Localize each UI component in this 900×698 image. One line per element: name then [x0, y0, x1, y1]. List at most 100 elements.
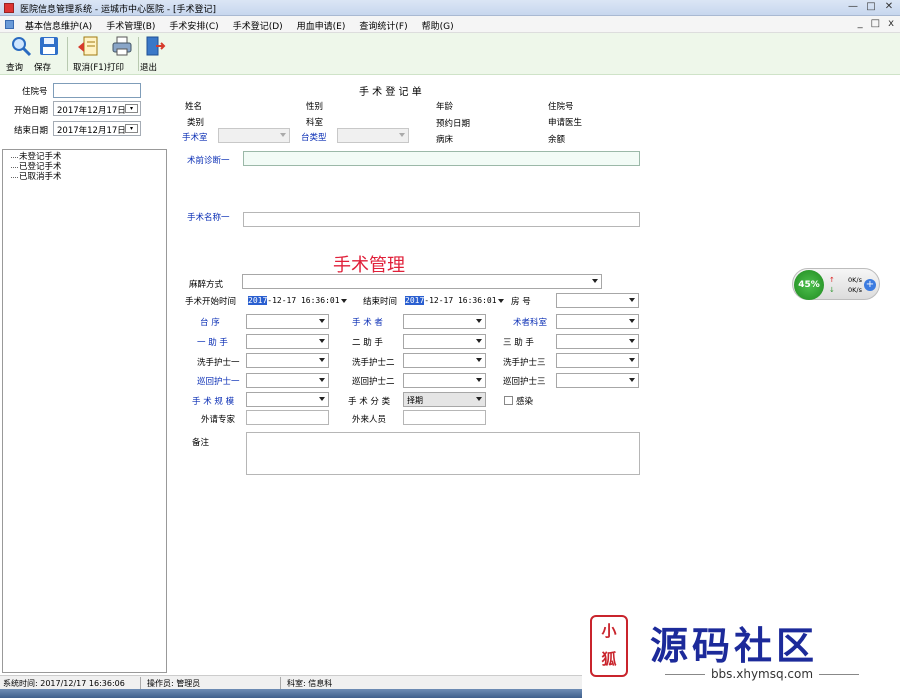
form-title: 手 术 登 记 单	[359, 87, 422, 98]
mdi-close-button[interactable]: x	[888, 18, 894, 29]
op-class-value: 择期	[407, 396, 423, 405]
external-staff-input[interactable]	[403, 410, 486, 425]
wash-nurse1-select[interactable]	[246, 353, 329, 368]
upload-arrow-icon: ↑	[829, 276, 835, 284]
end-date-value: 2017年12月17日	[57, 126, 126, 136]
menu-query-stats[interactable]: 查询统计(F)	[359, 19, 407, 32]
start-date-label: 开始日期	[14, 106, 49, 116]
toolbar-separator	[138, 37, 139, 71]
op-name-label: 手术名称一	[187, 213, 230, 223]
cancel-button[interactable]: 取消(F1)	[73, 35, 107, 73]
tour-nurse3-select[interactable]	[556, 373, 639, 388]
tree-item-cancelled[interactable]: 已取消手术	[9, 172, 160, 182]
start-time-rest: -12-17 16:36:01	[267, 296, 340, 305]
menu-blood-request[interactable]: 用血申请(E)	[297, 19, 346, 32]
assistant3-select[interactable]	[556, 334, 639, 349]
inpatient-no-input[interactable]	[53, 83, 141, 98]
menu-surgery-schedule[interactable]: 手术安排(C)	[169, 19, 218, 32]
remark-textarea[interactable]	[246, 432, 640, 475]
watermark-seal: 小 狐	[590, 615, 628, 677]
save-label: 保存	[34, 63, 52, 73]
assistant3-label: 三 助 手	[503, 338, 534, 348]
assistant1-label: 一 助 手	[197, 338, 228, 348]
start-date-picker[interactable]: 2017年12月17日 ▾	[53, 101, 141, 116]
end-time-year: 2017	[405, 296, 425, 305]
memory-usage-badge: 45%	[794, 270, 824, 300]
menu-help[interactable]: 帮助(G)	[422, 19, 454, 32]
room-no-select[interactable]	[556, 293, 639, 308]
infection-label: 感染	[516, 397, 534, 407]
query-label: 查询	[6, 63, 24, 73]
tour-nurse2-select[interactable]	[403, 373, 486, 388]
cancel-document-icon	[78, 36, 98, 56]
tour-nurse1-select[interactable]	[246, 373, 329, 388]
tree-item-unregistered[interactable]: 未登记手术	[9, 152, 160, 162]
pre-diagnosis-input[interactable]	[243, 151, 640, 166]
table-no-select[interactable]	[246, 314, 329, 329]
surgeon-dept-label: 术者科室	[513, 318, 548, 328]
op-scale-select[interactable]	[246, 392, 329, 407]
wash-nurse3-select[interactable]	[556, 353, 639, 368]
network-speed-widget[interactable]: 45% ↑ 0K/s ↓ 0K/s +	[792, 268, 880, 300]
exit-door-icon	[146, 36, 166, 56]
external-expert-label: 外请专家	[201, 415, 236, 425]
query-button[interactable]: 查询	[6, 35, 36, 73]
external-expert-input[interactable]	[246, 410, 329, 425]
tour-nurse1-label: 巡回护士一	[197, 377, 240, 387]
wash-nurse2-select[interactable]	[403, 353, 486, 368]
upload-rate: 0K/s	[848, 276, 862, 284]
mdi-child-icon	[5, 20, 14, 29]
plus-icon[interactable]: +	[864, 279, 876, 291]
menu-surgery-register[interactable]: 手术登记(D)	[233, 19, 283, 32]
surgery-status-tree: 未登记手术 已登记手术 已取消手术	[2, 149, 167, 673]
age-label: 年龄	[436, 102, 454, 112]
op-class-select[interactable]: 择期	[403, 392, 486, 407]
toolbar: 查询 保存 取消(F1) 打印 退出	[0, 33, 900, 75]
maximize-button[interactable]: □	[864, 1, 878, 14]
mdi-minimize-button[interactable]: _	[858, 18, 863, 29]
mdi-maximize-button[interactable]: □	[871, 18, 880, 29]
menu-surgery-manage[interactable]: 手术管理(B)	[106, 19, 155, 32]
start-time-picker[interactable]: 2017-12-17 16:36:01	[245, 293, 351, 308]
status-separator	[280, 677, 281, 689]
exit-button[interactable]: 退出	[140, 35, 170, 73]
end-date-picker[interactable]: 2017年12月17日 ▾	[53, 121, 141, 136]
inpatient-no-label: 住院号	[548, 102, 574, 112]
op-room-select[interactable]	[218, 128, 290, 143]
cancel-label: 取消(F1)	[73, 63, 107, 73]
assistant2-label: 二 助 手	[352, 338, 383, 348]
menu-basic-info[interactable]: 基本信息维护(A)	[25, 19, 92, 32]
wash-nurse2-label: 洗手护士二	[352, 358, 395, 368]
op-class-label: 手 术 分 类	[348, 397, 391, 407]
end-time-rest: -12-17 16:36:01	[424, 296, 497, 305]
start-time-year: 2017	[248, 296, 268, 305]
table-type-select[interactable]	[337, 128, 409, 143]
title-bar: 医院信息管理系统 - 运城市中心医院 - [手术登记] — □ ✕	[0, 0, 900, 16]
end-time-picker[interactable]: 2017-12-17 16:36:01	[402, 293, 508, 308]
minimize-button[interactable]: —	[846, 1, 860, 14]
tour-nurse3-label: 巡回护士三	[503, 377, 546, 387]
op-name-input[interactable]	[243, 212, 640, 227]
calendar-icon[interactable]: ▾	[125, 124, 138, 133]
surgeon-dept-select[interactable]	[556, 314, 639, 329]
tree-item-registered[interactable]: 已登记手术	[9, 162, 160, 172]
infection-checkbox[interactable]	[504, 396, 513, 405]
appointment-date-label: 预约日期	[436, 119, 471, 129]
surgeon-select[interactable]	[403, 314, 486, 329]
inpatient-no-label: 住院号	[22, 87, 48, 97]
external-staff-label: 外来人员	[352, 415, 387, 425]
anesthesia-select[interactable]	[242, 274, 602, 289]
close-button[interactable]: ✕	[882, 1, 896, 14]
wash-nurse1-label: 洗手护士一	[197, 358, 240, 368]
assistant2-select[interactable]	[403, 334, 486, 349]
print-button[interactable]: 打印	[107, 35, 137, 73]
status-separator	[140, 677, 141, 689]
save-button[interactable]: 保存	[34, 35, 64, 73]
surgery-register-form: 手 术 登 记 单 姓名 性别 年龄 住院号 类别 科室 预约日期 申请医生 手…	[171, 76, 900, 674]
table-no-label: 台 序	[200, 318, 220, 328]
assistant1-select[interactable]	[246, 334, 329, 349]
download-rate: 0K/s	[848, 286, 862, 294]
op-scale-label: 手 术 规 模	[192, 397, 235, 407]
anesthesia-label: 麻醉方式	[189, 280, 224, 290]
calendar-icon[interactable]: ▾	[125, 104, 138, 113]
